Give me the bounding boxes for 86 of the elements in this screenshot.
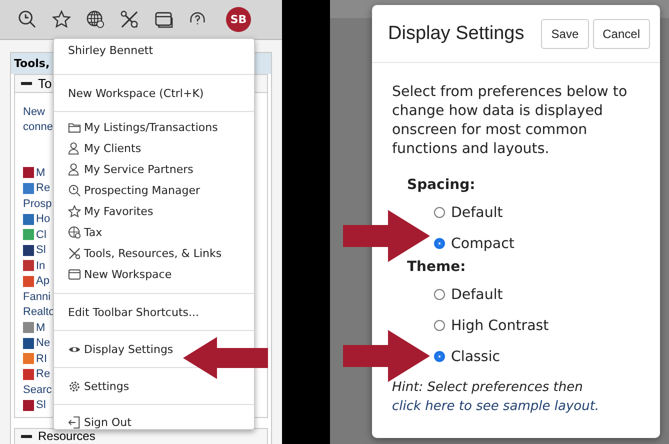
menu-item[interactable]: New Workspace [68,264,172,285]
intro-text: conne [23,120,53,135]
tool-link[interactable]: Sl [36,244,46,256]
tool-link[interactable]: Ne [36,337,50,350]
menu-item[interactable]: My Service Partners [68,159,194,180]
menu-item[interactable]: Settings [68,376,130,396]
tool-link[interactable]: RI [36,352,47,365]
menu-item[interactable]: My Favorites [68,201,154,222]
star-icon[interactable] [52,10,71,29]
tools-icon [68,247,81,260]
star-icon [68,205,81,218]
tool-link[interactable]: Ho [36,213,50,226]
radio-button[interactable] [434,238,445,249]
globe-icon [68,226,81,239]
search-icon [68,184,81,197]
window-icon[interactable] [154,10,173,29]
tool-link[interactable]: Re [36,182,50,194]
menu-item[interactable]: Display Settings [68,339,174,359]
app-icon[interactable] [23,244,34,256]
app-icon[interactable] [23,260,34,272]
tool-link[interactable]: Prosp [23,198,52,210]
menu-item[interactable]: Tax [68,222,102,243]
section-title: Resources [38,430,96,443]
section-header[interactable]: Resources [14,428,268,444]
menu-item-label: My Clients [84,142,142,155]
tool-link[interactable]: Ap [36,275,50,288]
menu-item-label: New Workspace [84,268,172,281]
app-icon[interactable] [23,214,34,225]
sample-layout-link[interactable]: click here to see sample layout. [392,399,600,414]
option-label: Compact [451,236,514,252]
dialog-button[interactable]: Save [541,19,589,49]
window-icon [68,268,81,281]
radio-button[interactable] [434,351,445,362]
tool-link[interactable]: Cl [36,228,46,241]
intro-text: New [23,105,46,120]
radio-button[interactable] [434,207,445,218]
option-label: High Contrast [451,318,549,334]
menu-item-label: My Service Partners [84,163,194,176]
section-title: To [38,76,52,91]
group-heading: Spacing: [407,177,476,193]
menu-item[interactable]: My Listings/Transactions [68,117,218,138]
settings-icon [68,380,81,392]
option-label: Classic [451,348,500,364]
tool-link[interactable]: M [36,166,46,179]
menu-item-label: Sign Out [84,416,132,428]
app-icon[interactable] [23,338,34,349]
radio-button[interactable] [434,320,445,331]
menu-item-label: Prospecting Manager [84,184,200,197]
menu-item-label: New Workspace (Ctrl+K) [68,86,204,100]
option-label: Default [451,204,503,220]
menu-item[interactable]: Edit Toolbar Shortcuts... [68,302,199,322]
radio-button[interactable] [434,289,445,300]
menu-item[interactable]: My Clients [68,138,142,159]
tool-link[interactable]: M [36,322,46,334]
app-icon[interactable] [23,368,34,380]
search-icon[interactable] [18,10,37,29]
menu-item[interactable]: New Workspace (Ctrl+K) [68,83,204,103]
menu-item[interactable]: Prospecting Manager [68,180,200,201]
person-icon [68,163,81,176]
app-icon[interactable] [23,167,34,178]
hint-text: Hint: Select preferences then click here to see sample layout. [392,379,600,416]
menu-item-label: My Listings/Transactions [84,121,218,134]
folder-icon [68,121,81,134]
menu-item-label: Tax [84,226,102,239]
group-heading: Theme: [407,259,467,275]
tool-link[interactable]: Searc [23,384,52,396]
description-text: Select from preferences below to change how data is displayed onscreen for most common functions and layouts. [392,83,628,159]
tool-link[interactable]: Re [36,368,50,380]
sign-out-icon [68,416,81,428]
globe-icon[interactable] [86,10,105,29]
menu-item-label: Settings [84,380,130,392]
tool-link[interactable]: Sl [36,399,46,412]
menu-item[interactable]: Tools, Resources, & Links [68,243,222,264]
tool-link[interactable]: In [36,260,46,272]
dialog-title: Display Settings [388,23,526,45]
user-avatar[interactable]: SB [226,7,251,32]
option-label: Default [451,286,503,302]
person-icon [68,142,81,155]
tool-link[interactable]: Fanni [23,290,51,303]
tools-icon[interactable] [120,10,139,29]
dialog-button[interactable]: Cancel [592,19,650,49]
menu-item-label: My Favorites [84,205,154,218]
app-icon[interactable] [23,400,34,411]
menu-item-label: Tools, Resources, & Links [84,247,222,260]
menu-item-label: Display Settings [84,342,174,356]
menu-item-label: Edit Toolbar Shortcuts... [68,306,199,318]
